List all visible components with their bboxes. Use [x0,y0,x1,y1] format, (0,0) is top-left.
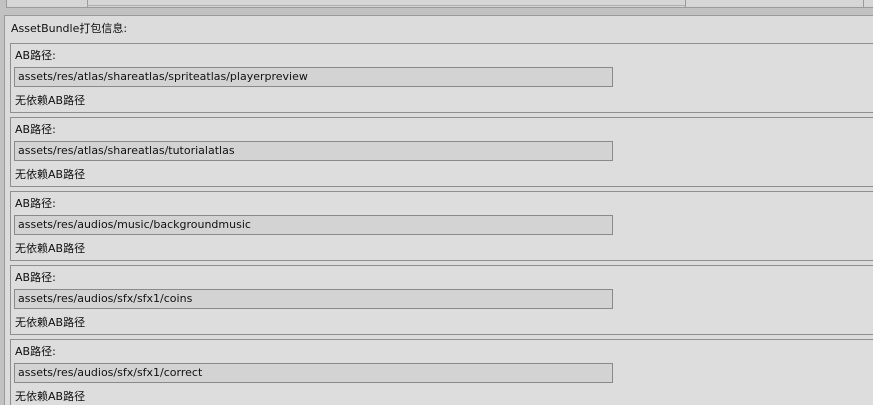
ab-path-label: AB路径: [15,197,56,210]
ab-path-label: AB路径: [15,345,56,358]
dependency-text: 无依赖AB路径 [15,316,86,329]
dependency-text: 无依赖AB路径 [15,94,86,107]
ab-entry: AB路径: assets/res/atlas/shareatlas/sprite… [10,43,873,113]
ab-path-field[interactable]: assets/res/atlas/shareatlas/spriteatlas/… [14,67,613,87]
ab-path-field[interactable]: assets/res/atlas/shareatlas/tutorialatla… [14,141,613,161]
dependency-text: 无依赖AB路径 [15,390,86,403]
section-title: AssetBundle打包信息: [11,22,128,35]
divider [863,0,864,7]
previous-panel-remnant [6,0,873,8]
ab-path-label: AB路径: [15,123,56,136]
divider [685,0,686,7]
inspector-panel: AssetBundle打包信息: AB路径: assets/res/atlas/… [0,0,873,405]
dependency-text: 无依赖AB路径 [15,242,86,255]
ab-entry: AB路径: assets/res/audios/sfx/sfx1/correct… [10,339,873,405]
ab-path-label: AB路径: [15,49,56,62]
ab-path-field[interactable]: assets/res/audios/sfx/sfx1/coins [14,289,613,309]
dependency-text: 无依赖AB路径 [15,168,86,181]
ab-path-field[interactable]: assets/res/audios/music/backgroundmusic [14,215,613,235]
ab-path-field[interactable]: assets/res/audios/sfx/sfx1/correct [14,363,613,383]
assetbundle-info-group: AssetBundle打包信息: AB路径: assets/res/atlas/… [4,15,873,405]
ab-entry: AB路径: assets/res/audios/sfx/sfx1/coins 无… [10,265,873,335]
ab-entry: AB路径: assets/res/atlas/shareatlas/tutori… [10,117,873,187]
ab-entry: AB路径: assets/res/audios/music/background… [10,191,873,261]
ab-path-label: AB路径: [15,271,56,284]
divider [87,5,685,6]
